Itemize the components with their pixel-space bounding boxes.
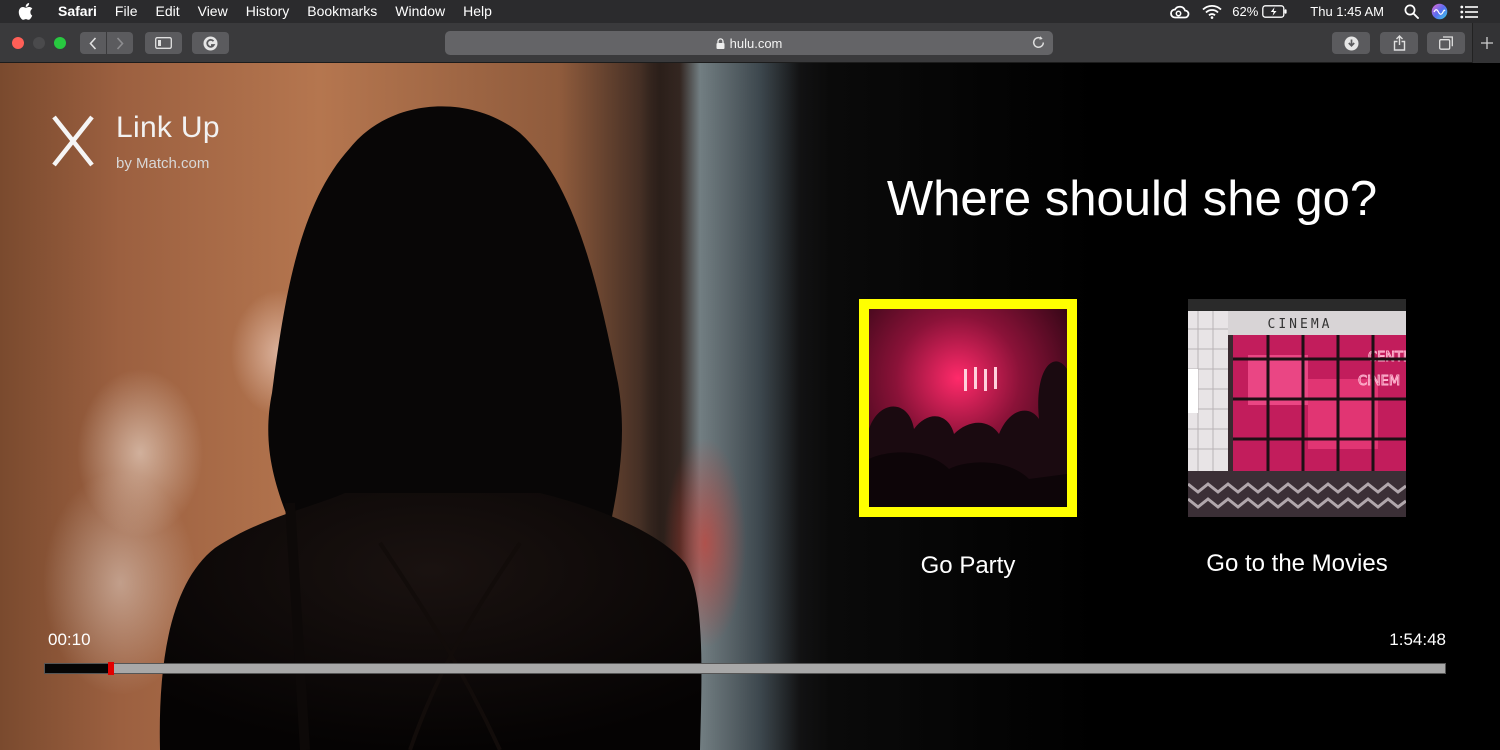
battery-icon[interactable]	[1262, 0, 1294, 23]
forward-icon	[116, 36, 124, 50]
download-icon	[1344, 36, 1358, 50]
address-bar[interactable]: hulu.com	[445, 31, 1053, 55]
menu-history[interactable]: History	[237, 0, 299, 23]
forward-button[interactable]	[107, 32, 133, 54]
siri-icon[interactable]	[1425, 0, 1454, 23]
share-button[interactable]	[1380, 32, 1418, 54]
zoom-window-button[interactable]	[54, 37, 66, 49]
choice-go-party[interactable]	[859, 299, 1077, 517]
lock-icon	[716, 37, 725, 49]
tabs-icon	[1438, 36, 1453, 50]
status-area: 62% Thu 1:45 AM	[1164, 0, 1500, 23]
party-thumbnail	[869, 309, 1067, 507]
cinema-sign-text: CINEMA	[1268, 317, 1333, 332]
menu-bookmarks[interactable]: Bookmarks	[298, 0, 386, 23]
spotlight-icon[interactable]	[1398, 0, 1425, 23]
neon-sign-cinema: CINEM	[1358, 374, 1400, 389]
choice-question: Where should she go?	[886, 172, 1378, 226]
share-icon	[1393, 35, 1405, 51]
brand-title: Link Up	[116, 111, 220, 144]
menu-view[interactable]: View	[189, 0, 237, 23]
sidebar-icon	[155, 37, 172, 49]
menu-edit[interactable]: Edit	[146, 0, 188, 23]
video-player[interactable]: Link Up by Match.com Where should she go…	[0, 63, 1500, 750]
menu-clock[interactable]: Thu 1:45 AM	[1294, 4, 1398, 19]
menu-help[interactable]: Help	[454, 0, 501, 23]
menu-file[interactable]: File	[106, 0, 147, 23]
new-tab-icon	[1480, 37, 1493, 49]
grammarly-button[interactable]	[192, 32, 229, 54]
brand-subtitle: by Match.com	[116, 155, 210, 172]
current-time: 00:10	[48, 630, 91, 649]
creative-cloud-icon[interactable]	[1164, 0, 1196, 23]
choice-go-party-label[interactable]: Go Party	[818, 552, 1118, 580]
back-icon	[89, 36, 97, 50]
grammarly-icon	[203, 36, 218, 50]
battery-percent[interactable]: 62%	[1228, 4, 1262, 19]
browser-toolbar: hulu.com	[0, 23, 1500, 63]
wifi-icon[interactable]	[1196, 0, 1228, 23]
total-duration: 1:54:48	[1389, 630, 1446, 649]
notification-center-icon[interactable]	[1454, 0, 1500, 23]
playhead-handle[interactable]	[108, 662, 114, 675]
url-text: hulu.com	[729, 35, 783, 51]
back-button[interactable]	[80, 32, 106, 54]
sidebar-button[interactable]	[145, 32, 182, 54]
menu-window[interactable]: Window	[386, 0, 454, 23]
progress-fill	[45, 664, 109, 673]
menu-safari[interactable]: Safari	[52, 0, 106, 23]
choice-go-to-movies-label[interactable]: Go to the Movies	[1147, 550, 1447, 578]
new-tab-button[interactable]	[1472, 23, 1500, 63]
progress-bar[interactable]	[44, 662, 1446, 675]
tab-overview-button[interactable]	[1427, 32, 1465, 54]
menu-bar: Safari File Edit View History Bookmarks …	[0, 0, 1500, 23]
close-window-button[interactable]	[12, 37, 24, 49]
apple-icon[interactable]	[18, 0, 40, 23]
cinema-thumbnail: CINEMA CENTRA CINEM	[1188, 299, 1406, 517]
minimize-window-button[interactable]	[33, 37, 45, 49]
downloads-button[interactable]	[1332, 32, 1370, 54]
reload-icon[interactable]	[1031, 35, 1046, 50]
x-logo-icon	[52, 115, 94, 167]
choice-go-to-movies[interactable]: CINEMA CENTRA CINEM	[1188, 299, 1406, 517]
